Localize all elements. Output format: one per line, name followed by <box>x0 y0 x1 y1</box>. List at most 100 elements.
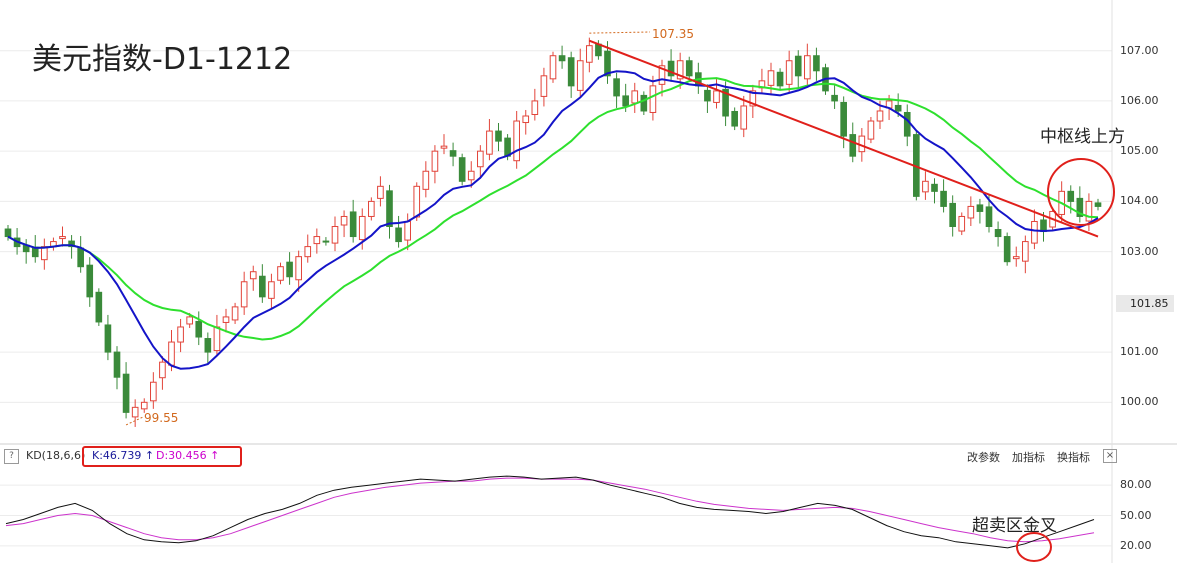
candle-body-down <box>985 206 993 228</box>
candle-body-up <box>295 256 302 281</box>
candle-body-down <box>4 228 12 238</box>
ma-fast-line <box>7 70 1099 370</box>
candle-body-down <box>77 247 84 268</box>
candle-body-up <box>131 406 139 418</box>
candle-body-down <box>113 351 121 378</box>
candle-body-up <box>522 115 530 124</box>
candle-body-down <box>195 320 203 338</box>
add-indicator-button[interactable]: 加指标 <box>1012 449 1045 465</box>
switch-indicator-button[interactable]: 换指标 <box>1057 449 1090 465</box>
candle-body-up <box>358 215 366 241</box>
candle-body-down <box>840 101 847 137</box>
high-price-label: 107.35 <box>652 27 694 41</box>
price-tick-label: 104.00 <box>1120 194 1159 208</box>
kd-k-line <box>5 475 1095 549</box>
candle-body-up <box>231 306 239 321</box>
candle-body-up <box>240 281 248 308</box>
candle-body-up <box>313 236 321 245</box>
candle-body-up <box>804 55 811 80</box>
candle-body-up <box>168 341 175 366</box>
candle-body-down <box>1003 236 1011 263</box>
candle-body-down <box>940 190 947 207</box>
candle-body-up <box>59 236 66 240</box>
candle-body-up <box>649 85 657 113</box>
candle-body-up <box>422 170 430 190</box>
candle-body-down <box>994 229 1002 238</box>
candle-body-down <box>903 111 911 137</box>
candle-body-up <box>377 185 384 199</box>
candle-body-up <box>785 60 793 85</box>
chart-stage: 美元指数-D1-1212 中枢线上方 超卖区金叉 107.35 99.55 10… <box>0 0 1177 563</box>
candle-body-down <box>622 95 629 107</box>
change-params-button[interactable]: 改参数 <box>967 449 1000 465</box>
kd-values-highlight-box <box>82 446 242 467</box>
annotation-oversold-golden-cross: 超卖区金叉 <box>972 516 1057 536</box>
candle-body-up <box>631 90 639 104</box>
candle-body-up <box>477 150 484 168</box>
candle-body-up <box>404 220 411 241</box>
candle-body-up <box>540 75 548 97</box>
candle-body-down <box>976 204 984 212</box>
candle-body-up <box>967 205 975 219</box>
low-price-label: 99.55 <box>144 411 179 425</box>
price-tick-label: 103.00 <box>1120 244 1159 258</box>
low-price-leader <box>125 416 144 426</box>
candle-body-down <box>458 157 466 182</box>
candle-body-down <box>349 211 357 238</box>
candle-body-up <box>304 246 312 258</box>
kd-tick-label: 20.00 <box>1120 538 1152 552</box>
candle-body-down <box>504 137 511 157</box>
kd-highlight-circle <box>1016 532 1052 562</box>
candle-body-up <box>586 45 593 63</box>
candle-body-down <box>204 338 212 353</box>
candle-body-down <box>1040 219 1047 233</box>
candle-body-down <box>613 78 620 97</box>
candle-body-up <box>1022 241 1029 262</box>
candle-body-up <box>268 281 275 299</box>
candle-body-down <box>813 55 820 72</box>
candle-body-up <box>867 120 875 140</box>
kd-indicator-name: KD(18,6,6) <box>26 449 86 462</box>
candle-body-up <box>486 130 493 155</box>
close-icon[interactable]: × <box>1103 449 1117 463</box>
candle-body-up <box>249 271 257 280</box>
candle-body-up <box>513 120 520 162</box>
candle-body-up <box>340 215 348 226</box>
price-tick-label: 106.00 <box>1120 93 1159 107</box>
candle-body-down <box>259 275 266 298</box>
candle-body-down <box>931 183 938 192</box>
candle-body-down <box>794 55 802 77</box>
candle-body-up <box>549 55 557 80</box>
candle-body-down <box>640 94 648 112</box>
price-tick-label: 107.00 <box>1120 43 1159 57</box>
candle-body-up <box>222 316 230 323</box>
help-icon[interactable]: ? <box>4 449 19 464</box>
candle-body-up <box>958 215 966 232</box>
candle-body-down <box>731 110 738 127</box>
candle-body-up <box>1085 200 1093 222</box>
candle-body-down <box>567 57 575 87</box>
candle-body-up <box>740 105 748 130</box>
current-price-label: 101.85 <box>1116 295 1174 312</box>
candle-body-down <box>1067 190 1075 202</box>
candle-body-up <box>1031 220 1038 244</box>
candle-body-down <box>1094 202 1102 207</box>
candle-body-down <box>495 130 502 142</box>
candle-body-up <box>213 326 221 352</box>
high-price-leader <box>589 31 651 34</box>
kd-tick-label: 50.00 <box>1120 508 1152 522</box>
candle-body-up <box>186 316 193 325</box>
candle-body-up <box>467 170 475 181</box>
kd-tick-label: 80.00 <box>1120 478 1152 492</box>
candle-body-up <box>876 110 884 122</box>
candle-body-up <box>531 100 539 115</box>
candle-body-down <box>704 89 711 102</box>
ma-slow-line <box>7 77 1099 341</box>
trendline <box>588 39 1099 238</box>
chart-title: 美元指数-D1-1212 <box>32 42 293 77</box>
candle-body-down <box>949 202 956 228</box>
candle-body-down <box>849 134 857 157</box>
candle-body-up <box>413 185 421 218</box>
candle-body-up <box>440 145 448 149</box>
candle-body-down <box>449 150 457 157</box>
